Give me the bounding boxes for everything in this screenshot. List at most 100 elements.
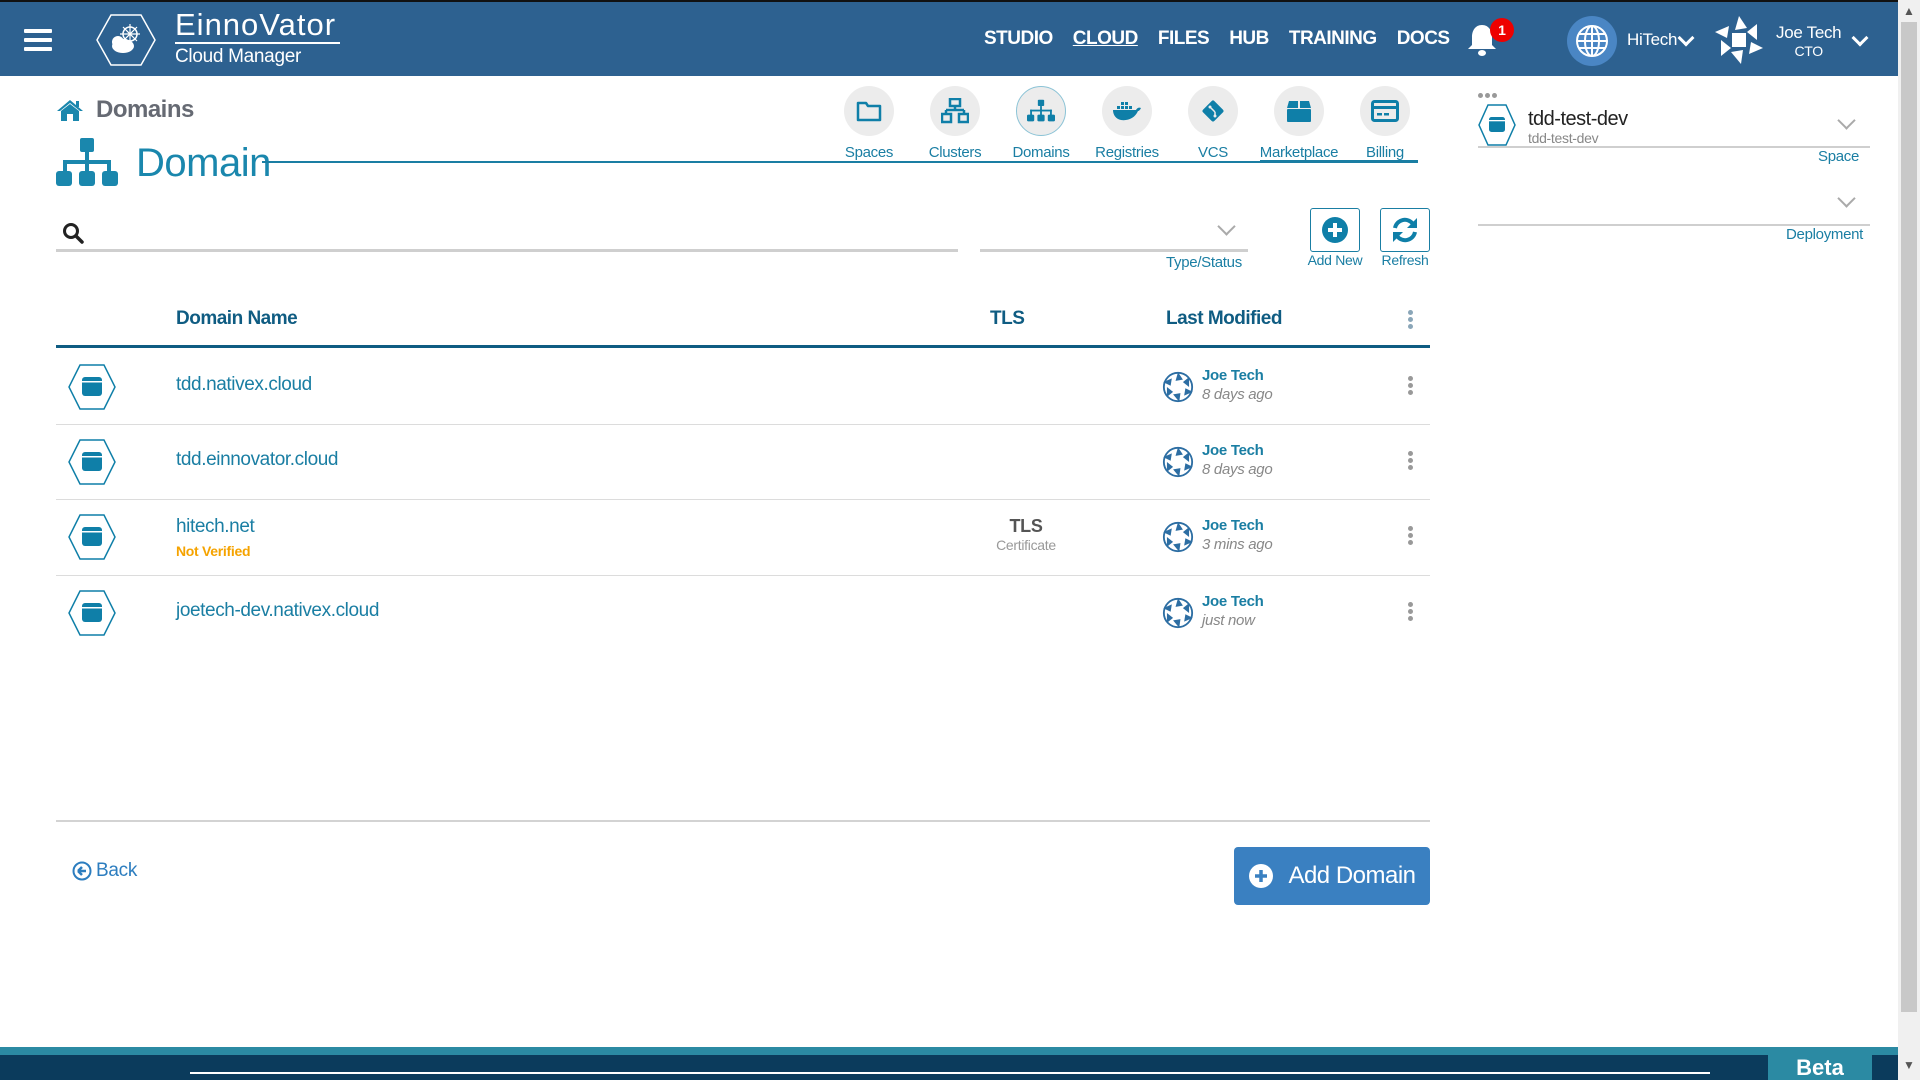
domain-icon: [68, 364, 116, 410]
user-role: CTO: [1794, 43, 1823, 59]
type-status-select[interactable]: [980, 212, 1248, 252]
org-switcher[interactable]: HiTech: [1627, 30, 1677, 50]
footer-band: [0, 1047, 1898, 1055]
add-new-button[interactable]: [1310, 208, 1360, 252]
tls-sub: Certificate: [996, 537, 1056, 553]
topnav-cloud[interactable]: CLOUD: [1073, 28, 1139, 50]
user-name: Joe Tech: [1776, 23, 1842, 42]
table-row[interactable]: joetech-dev.nativex.cloud Joe Tech just …: [56, 576, 1430, 651]
quicknav-label: Clusters: [928, 144, 982, 161]
column-domain-name[interactable]: Domain Name: [176, 308, 298, 330]
topnav-hub[interactable]: HUB: [1229, 28, 1269, 50]
domain-name-link[interactable]: joetech-dev.nativex.cloud: [176, 600, 379, 622]
breadcrumb: Domains: [56, 96, 194, 124]
chevron-down-icon: [1217, 217, 1236, 236]
column-last-modified[interactable]: Last Modified: [1166, 308, 1282, 330]
quicknav-clusters[interactable]: Clusters: [912, 86, 998, 161]
quicknav-domains[interactable]: Domains: [998, 86, 1084, 161]
quicknav-label: Registries: [1095, 144, 1159, 161]
quicknav-label: Marketplace: [1259, 144, 1339, 161]
modifier-avatar: [1162, 446, 1194, 478]
search-input[interactable]: [56, 212, 958, 252]
user-menu[interactable]: Joe Tech CTO: [1776, 23, 1842, 60]
quicknav-underline: [1260, 160, 1418, 162]
domain-name-link[interactable]: tdd.nativex.cloud: [176, 374, 312, 396]
quicknav-vcs[interactable]: VCS: [1170, 86, 1256, 161]
table-row[interactable]: tdd.nativex.cloud Joe Tech 8 days ago: [56, 350, 1430, 425]
page-title-label: Domain: [136, 140, 271, 185]
page-title: Domain: [56, 138, 271, 188]
chevron-down-icon: [1837, 111, 1856, 130]
row-options-icon[interactable]: [1408, 526, 1413, 545]
home-icon[interactable]: [56, 98, 84, 122]
domain-status: Not Verified: [176, 543, 251, 559]
domain-name-link[interactable]: hitech.net: [176, 516, 255, 538]
menu-icon[interactable]: [24, 29, 52, 51]
top-bar: EinnoVator Cloud Manager STUDIO CLOUD FI…: [0, 0, 1898, 76]
topnav-training[interactable]: TRAINING: [1289, 28, 1377, 50]
search-icon: [63, 223, 84, 244]
user-chevron-down-icon[interactable]: [1851, 29, 1869, 47]
back-link[interactable]: Back: [72, 860, 137, 882]
modified-by[interactable]: Joe Tech: [1202, 367, 1264, 384]
topnav-docs[interactable]: DOCS: [1397, 28, 1450, 50]
modifier-avatar: [1162, 371, 1194, 403]
domain-name-link[interactable]: tdd.einnovator.cloud: [176, 449, 338, 471]
quicknav-marketplace[interactable]: Marketplace: [1256, 86, 1342, 161]
quicknav-label: Domains: [1012, 144, 1070, 161]
scroll-up-icon[interactable]: ▲: [1903, 4, 1915, 18]
modified-time: 3 mins ago: [1202, 536, 1273, 553]
topnav-studio[interactable]: STUDIO: [984, 28, 1053, 50]
breadcrumb-label[interactable]: Domains: [96, 96, 194, 124]
modified-time: 8 days ago: [1202, 461, 1273, 478]
org-chevron-down-icon[interactable]: [1677, 29, 1695, 47]
topnav-files[interactable]: FILES: [1158, 28, 1210, 50]
quicknav-billing[interactable]: Billing: [1342, 86, 1428, 161]
logo-icon: [96, 14, 156, 66]
quicknav-spaces[interactable]: Spaces: [826, 86, 912, 161]
refresh-button[interactable]: [1380, 208, 1430, 252]
scroll-down-icon[interactable]: ▼: [1903, 1058, 1915, 1072]
space-icon: [1478, 104, 1516, 146]
space-name: tdd-test-dev: [1528, 108, 1628, 130]
quicknav-label: Billing: [1366, 144, 1404, 161]
user-avatar[interactable]: [1713, 14, 1765, 66]
table-row[interactable]: hitech.net Not Verified TLS Certificate …: [56, 500, 1430, 576]
space-subtitle: tdd-test-dev: [1528, 130, 1599, 146]
deployment-select[interactable]: [1478, 180, 1870, 226]
tls-info: TLS Certificate: [966, 516, 1086, 553]
refresh-icon: [1393, 217, 1417, 243]
domain-icon: [68, 514, 116, 560]
add-new-label: Add New: [1307, 252, 1363, 268]
panel-more-icon[interactable]: [1478, 93, 1497, 98]
footer-divider: [190, 1072, 1710, 1074]
row-options-icon[interactable]: [1408, 451, 1413, 470]
add-domain-button[interactable]: Add Domain: [1234, 847, 1430, 905]
table-header: Domain Name TLS Last Modified: [56, 300, 1430, 348]
row-options-icon[interactable]: [1408, 376, 1413, 395]
title-divider: [262, 161, 1418, 163]
modifier-avatar: [1162, 521, 1194, 553]
row-options-icon[interactable]: [1408, 602, 1413, 621]
deployment-label: Deployment: [1786, 226, 1864, 243]
top-nav: STUDIO CLOUD FILES HUB TRAINING DOCS: [984, 28, 1450, 50]
brand[interactable]: EinnoVator Cloud Manager: [175, 8, 341, 68]
space-select[interactable]: tdd-test-dev tdd-test-dev: [1478, 104, 1870, 148]
modified-by[interactable]: Joe Tech: [1202, 442, 1264, 459]
network-icon: [941, 98, 969, 124]
modified-by[interactable]: Joe Tech: [1202, 593, 1264, 610]
page-scrollbar[interactable]: ▲ ▼: [1898, 0, 1920, 1080]
credit-card-icon: [1371, 100, 1399, 122]
column-tls[interactable]: TLS: [990, 308, 1025, 330]
column-options-icon[interactable]: [1408, 310, 1413, 329]
scroll-thumb[interactable]: [1901, 22, 1917, 1012]
quicknav-registries[interactable]: Registries: [1084, 86, 1170, 161]
modified-by[interactable]: Joe Tech: [1202, 517, 1264, 534]
brand-subtitle: Cloud Manager: [175, 46, 302, 67]
table-row[interactable]: tdd.einnovator.cloud Joe Tech 8 days ago: [56, 425, 1430, 500]
box-icon: [1287, 101, 1311, 122]
back-label: Back: [96, 860, 138, 881]
quick-nav: Spaces Clusters Domains Registries VCS M…: [826, 86, 1428, 161]
globe-icon[interactable]: [1567, 16, 1617, 66]
beta-badge[interactable]: Beta: [1768, 1047, 1872, 1080]
